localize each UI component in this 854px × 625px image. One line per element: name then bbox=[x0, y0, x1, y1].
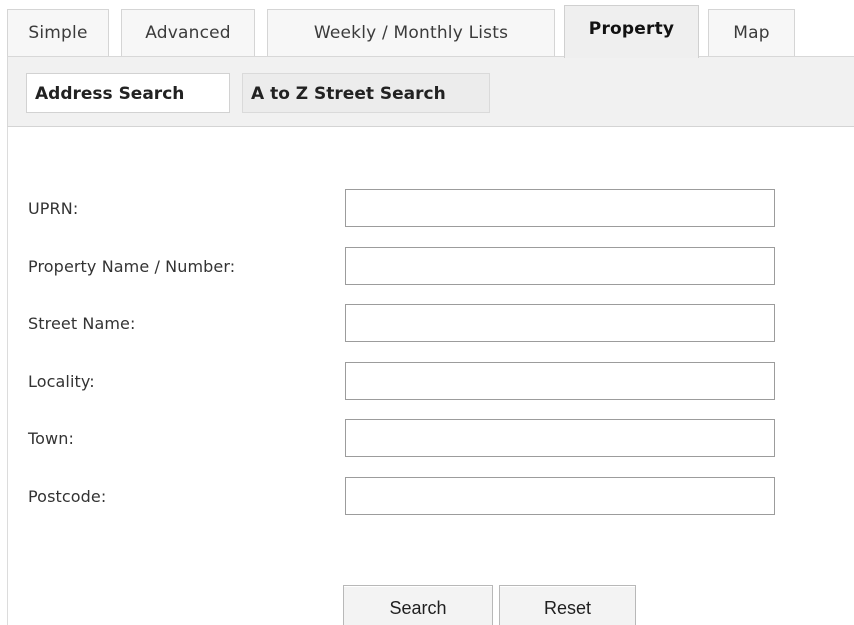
property-name-number-input[interactable] bbox=[345, 247, 775, 285]
tab-weekly-monthly-lists[interactable]: Weekly / Monthly Lists bbox=[267, 9, 555, 56]
tab-simple[interactable]: Simple bbox=[7, 9, 109, 56]
search-button[interactable]: Search bbox=[343, 585, 493, 625]
tab-property[interactable]: Property bbox=[564, 5, 699, 58]
street-name-label: Street Name: bbox=[28, 314, 136, 333]
postcode-label: Postcode: bbox=[28, 487, 107, 506]
property-name-number-label: Property Name / Number: bbox=[28, 257, 236, 276]
property-search-page: Simple Advanced Weekly / Monthly Lists P… bbox=[0, 0, 854, 625]
tab-map[interactable]: Map bbox=[708, 9, 795, 56]
postcode-row: Postcode: bbox=[8, 477, 854, 517]
street-name-row: Street Name: bbox=[8, 304, 854, 344]
locality-label: Locality: bbox=[28, 372, 95, 391]
locality-row: Locality: bbox=[8, 362, 854, 402]
locality-input[interactable] bbox=[345, 362, 775, 400]
main-tabs: Simple Advanced Weekly / Monthly Lists P… bbox=[7, 5, 854, 58]
uprn-label: UPRN: bbox=[28, 199, 79, 218]
property-name-number-row: Property Name / Number: bbox=[8, 247, 854, 287]
property-subnav: Address Search A to Z Street Search bbox=[7, 57, 854, 127]
subnav-a-to-z-street-search[interactable]: A to Z Street Search bbox=[242, 73, 490, 113]
reset-button[interactable]: Reset bbox=[499, 585, 636, 625]
town-input[interactable] bbox=[345, 419, 775, 457]
uprn-input[interactable] bbox=[345, 189, 775, 227]
town-label: Town: bbox=[28, 429, 74, 448]
street-name-input[interactable] bbox=[345, 304, 775, 342]
subnav-address-search[interactable]: Address Search bbox=[26, 73, 230, 113]
postcode-input[interactable] bbox=[345, 477, 775, 515]
uprn-row: UPRN: bbox=[8, 189, 854, 229]
town-row: Town: bbox=[8, 419, 854, 459]
address-search-panel: UPRN: Property Name / Number: Street Nam… bbox=[7, 127, 854, 625]
tab-advanced[interactable]: Advanced bbox=[121, 9, 255, 56]
